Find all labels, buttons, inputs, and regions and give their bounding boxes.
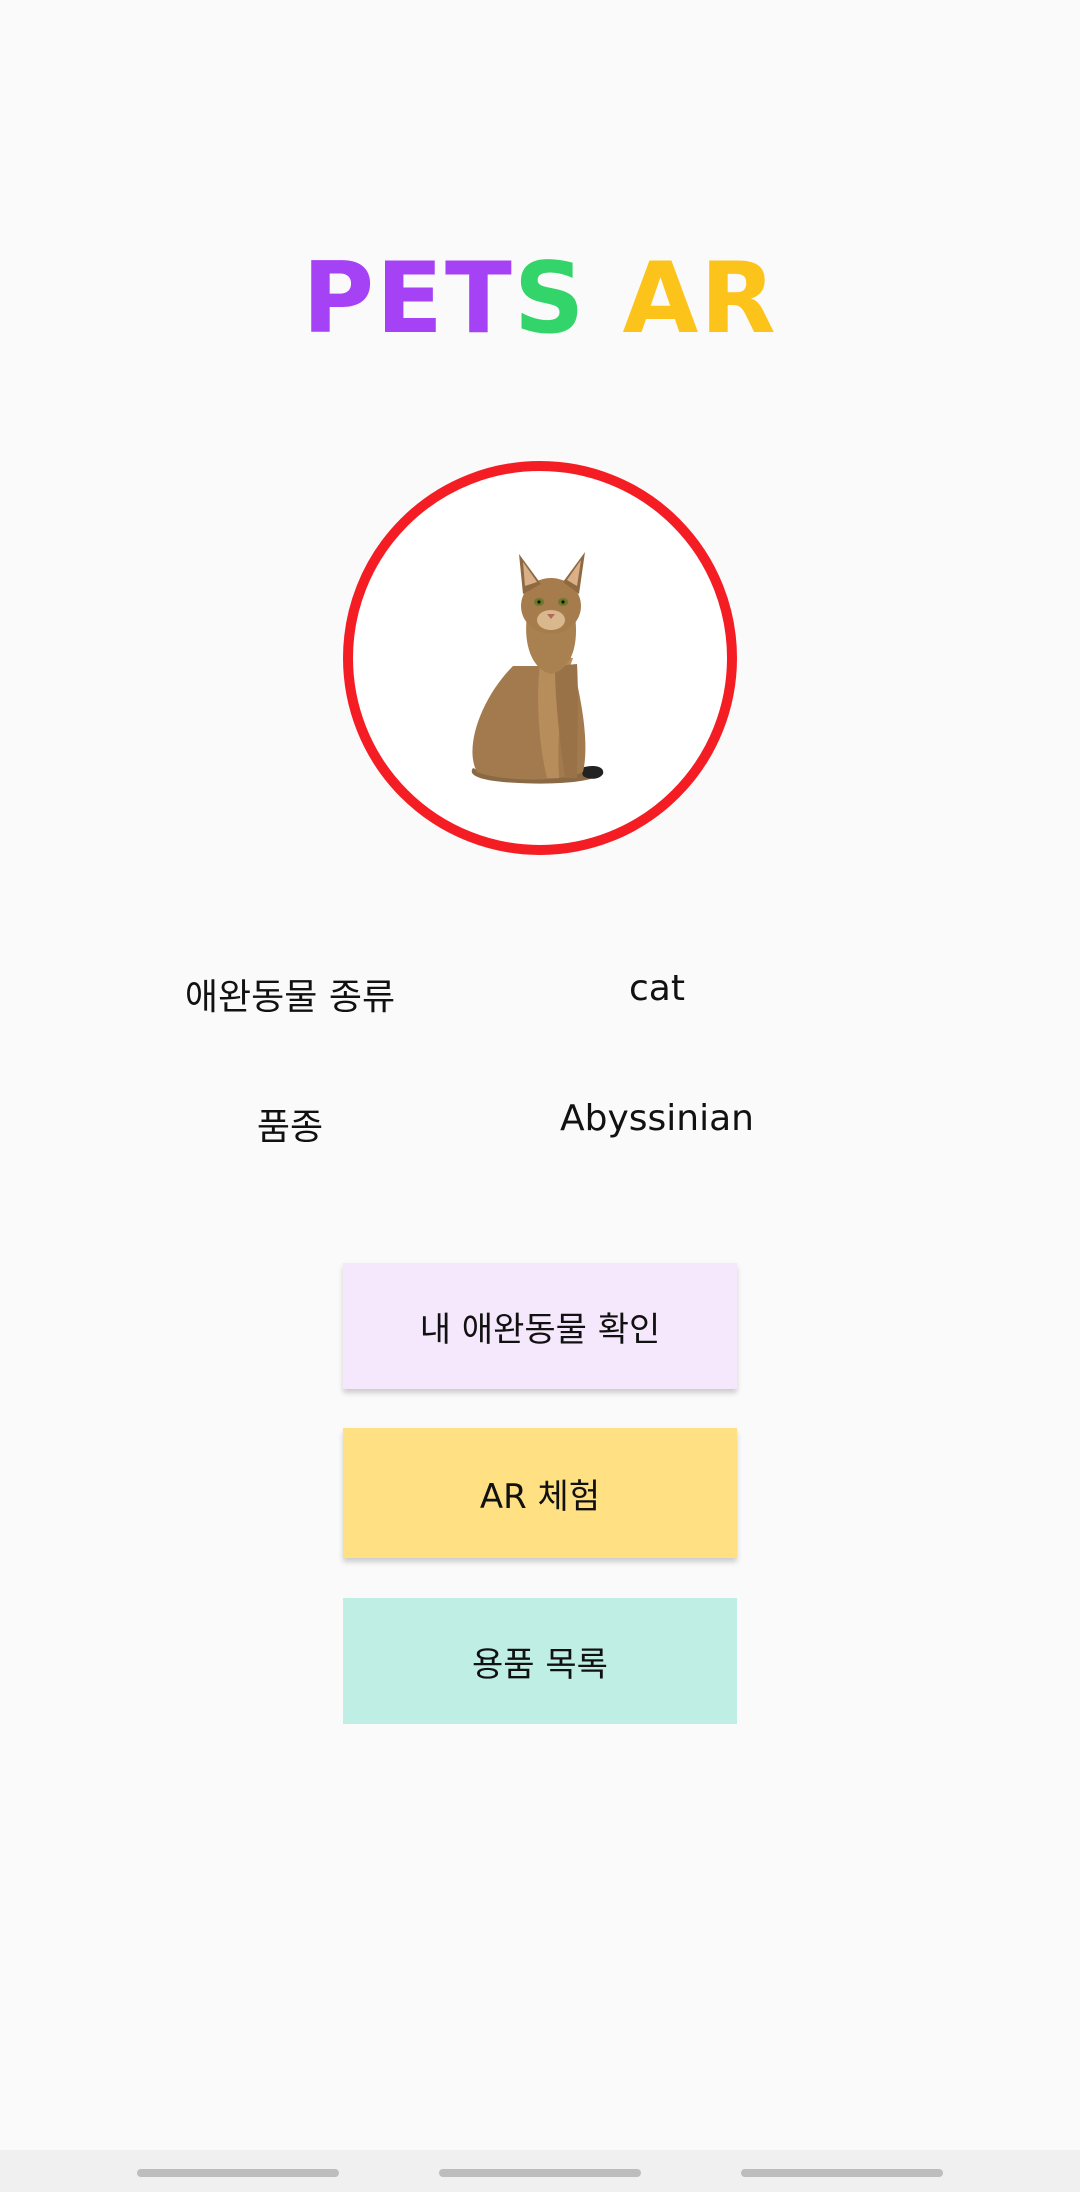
- pet-type-label: 애완동물 종류: [184, 977, 396, 1018]
- ar-experience-button[interactable]: AR 체험: [343, 1428, 737, 1558]
- pet-photo-frame: [343, 461, 737, 855]
- logo-text-pet: PET: [302, 242, 514, 356]
- pet-breed-row: 품종 Abyssinian: [0, 1098, 1080, 1158]
- nav-pill-left[interactable]: [137, 2169, 339, 2177]
- logo-text-s: S: [513, 242, 587, 356]
- system-nav-bar: [0, 2150, 1080, 2192]
- logo-text-ar: AR: [622, 242, 778, 356]
- nav-pill-center[interactable]: [439, 2169, 641, 2177]
- pet-type-row: 애완동물 종류 cat: [0, 968, 1080, 1028]
- pet-breed-label: 품종: [256, 1107, 324, 1148]
- supplies-list-button[interactable]: 용품 목록: [343, 1598, 737, 1724]
- pet-breed-value: Abyssinian: [560, 1098, 754, 1139]
- pet-type-value: cat: [629, 968, 685, 1009]
- nav-pill-right[interactable]: [741, 2169, 943, 2177]
- app-logo: PETS AR: [0, 250, 1080, 348]
- cat-image: [471, 552, 604, 784]
- check-my-pet-button[interactable]: 내 애완동물 확인: [343, 1263, 737, 1389]
